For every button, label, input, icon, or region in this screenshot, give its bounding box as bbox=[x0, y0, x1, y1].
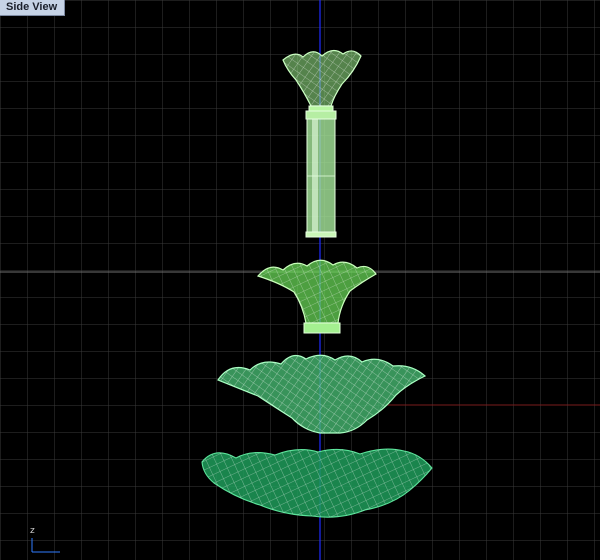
viewport-canvas[interactable] bbox=[0, 0, 600, 560]
z-axis-label: z bbox=[30, 526, 35, 536]
side-viewport[interactable]: Side View z bbox=[0, 0, 600, 560]
viewport-title-tab[interactable]: Side View bbox=[0, 0, 66, 16]
cylinder-stem[interactable] bbox=[305, 110, 337, 238]
